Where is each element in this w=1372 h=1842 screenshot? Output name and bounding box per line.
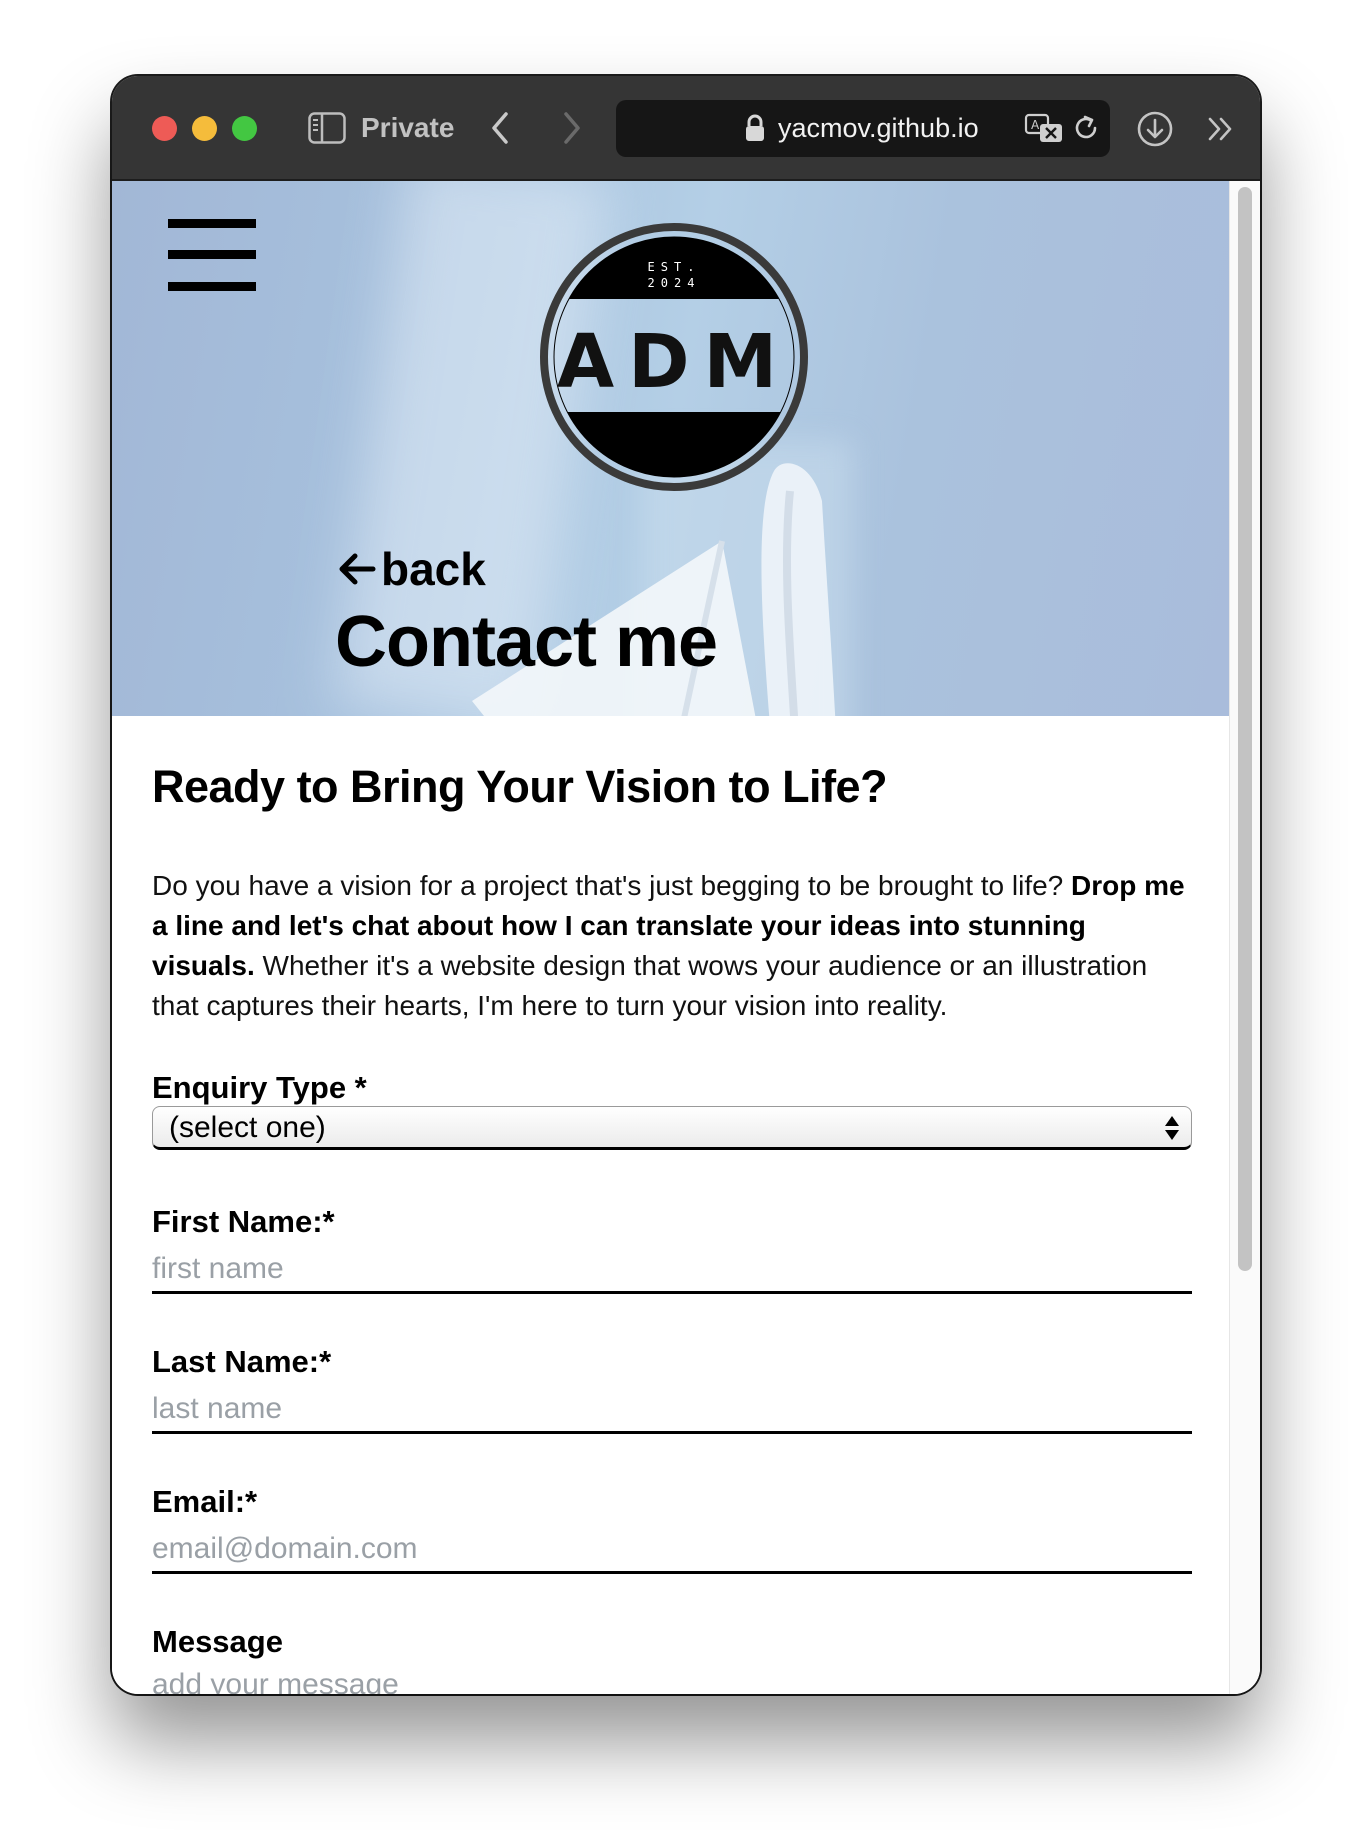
svg-text:2024: 2024 [648,276,701,290]
intro-text: Do you have a vision for a project that'… [152,870,1072,901]
message-label: Message [152,1624,283,1659]
section-heading: Ready to Bring Your Vision to Life? [152,761,888,812]
translate-icon[interactable]: A [1024,112,1064,146]
intro-paragraph: Do you have a vision for a project that'… [152,866,1192,1026]
adm-logo: EST. 2024 ADM [540,223,808,491]
enquiry-type-label: Enquiry Type * [152,1070,367,1105]
forward-nav-icon[interactable] [556,110,586,146]
last-name-input[interactable] [152,1386,1192,1434]
first-name-label: First Name:* [152,1204,335,1239]
email-input[interactable] [152,1526,1192,1574]
scrollbar-thumb[interactable] [1238,187,1252,1271]
scrollbar[interactable] [1229,181,1260,1694]
svg-text:A: A [1031,118,1040,132]
intro-text: Whether it's a website design that wows … [152,950,1148,1021]
arrow-left-icon [339,553,376,585]
zoom-window-button[interactable] [232,116,257,141]
select-arrows-icon [1165,1116,1179,1140]
message-textarea[interactable] [152,1668,1192,1694]
page-title: Contact me [335,602,718,682]
hamburger-menu-icon[interactable] [168,219,256,293]
url-text: yacmov.github.io [778,113,979,143]
page-viewport: EST. 2024 ADM back Contact me Ready to B… [112,181,1260,1694]
enquiry-type-value: (select one) [169,1111,326,1144]
minimize-window-button[interactable] [192,116,217,141]
close-window-button[interactable] [152,116,177,141]
first-name-input[interactable] [152,1246,1192,1294]
back-link[interactable]: back [337,543,486,595]
reload-icon[interactable] [1070,112,1102,144]
browser-toolbar: Private yacmov.github.io A [112,76,1260,181]
download-icon[interactable] [1136,110,1174,148]
screenshot-stage: Private yacmov.github.io A EST. 2024 ADM… [0,0,1372,1842]
back-link-label: back [381,543,486,595]
svg-text:EST.: EST. [648,260,701,274]
enquiry-type-select[interactable]: (select one) [152,1106,1192,1150]
lock-icon [744,114,766,142]
private-mode-label: Private [361,112,455,143]
last-name-label: Last Name:* [152,1344,332,1379]
back-nav-icon[interactable] [486,110,516,146]
sidebar-toggle-icon[interactable] [308,112,346,144]
address-bar[interactable]: yacmov.github.io A [616,100,1110,157]
email-label: Email:* [152,1484,258,1519]
more-tools-icon[interactable] [1206,114,1236,144]
svg-text:ADM: ADM [557,319,791,405]
hero-banner: EST. 2024 ADM back Contact me [112,181,1230,716]
browser-window: Private yacmov.github.io A EST. 2024 ADM… [112,76,1260,1694]
